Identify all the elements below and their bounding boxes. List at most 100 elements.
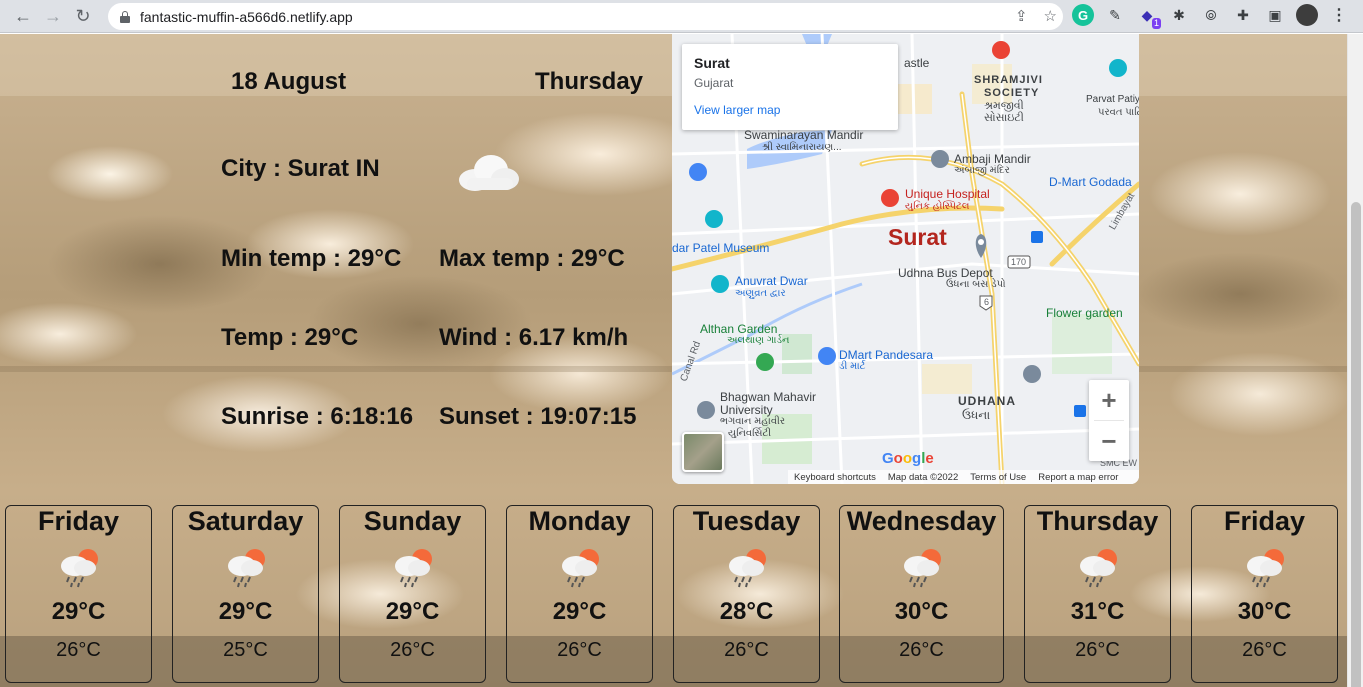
map-label-swaminarayan: Swaminarayan Mandir [744, 128, 864, 142]
sidebar-icon[interactable]: ▣ [1264, 4, 1286, 26]
keyboard-shortcuts-link[interactable]: Keyboard shortcuts [794, 472, 876, 483]
map-label-dmart-pandesara: DMart Pandesara [839, 348, 934, 362]
forecast-max-temp: 29°C [385, 598, 440, 625]
forecast-min-temp: 26°C [557, 639, 602, 661]
sun-rain-cloud-icon [903, 549, 941, 588]
forecast-card: Sunday 29°C 26°C [339, 505, 486, 683]
share-icon[interactable]: ⇪ [1015, 7, 1028, 25]
browser-toolbar: ← → ↻ fantastic-muffin-a566d6.netlify.ap… [0, 0, 1363, 33]
forecast-day: Tuesday [692, 506, 801, 536]
map-label-udhna-depot-gu: ઉધના બસ ડેપો [946, 279, 1006, 290]
city-name: City : Surat IN [221, 155, 380, 182]
sun-rain-cloud-icon [728, 549, 766, 588]
report-map-error-link[interactable]: Report a map error [1038, 472, 1118, 483]
satellite-toggle[interactable] [682, 432, 724, 472]
map-label-udhana: UDHANA [958, 394, 1016, 408]
map-label-bhagwan-2: University [720, 403, 773, 417]
map-label-sardar-museum: dar Patel Museum [672, 241, 770, 255]
zoom-in-button[interactable]: + [1089, 380, 1129, 420]
forecast-min-temp: 26°C [1242, 639, 1287, 661]
map-place-region: Gujarat [694, 76, 734, 90]
google-logo: Google [882, 450, 934, 467]
forecast-min-temp: 26°C [724, 639, 769, 661]
bookmark-star-icon[interactable]: ☆ [1044, 7, 1057, 25]
forecast-card: Friday 30°C 26°C [1191, 505, 1338, 683]
weather-page: 18 August Thursday City : Surat IN Min t… [0, 34, 1347, 687]
map-label-dmart-godadara: D-Mart Godada [1049, 175, 1132, 189]
sun-rain-cloud-icon [394, 549, 432, 588]
forecast-day: Sunday [363, 506, 462, 536]
forecast-max-temp: 30°C [894, 598, 949, 625]
terms-of-use-link[interactable]: Terms of Use [970, 472, 1026, 483]
kebab-menu-icon[interactable]: ⋮ [1328, 4, 1350, 26]
extension-badge-icon[interactable]: ◆ 1 [1136, 4, 1161, 29]
map-label-shramjivi-gu-2: સોસાઇટી [984, 112, 1024, 124]
forecast-day: Friday [37, 506, 120, 536]
forecast-max-temp: 29°C [51, 598, 106, 625]
code-icon[interactable]: ⦾ [1200, 4, 1222, 26]
back-arrow-icon[interactable]: ← [8, 1, 38, 31]
embedded-map[interactable]: astle SHRAMJIVI SOCIETY શ્રમજીવી સોસાઇટી… [672, 34, 1139, 484]
map-label-swaminarayan-gu: શ્રી સ્વામિનારાયણ... [762, 142, 842, 153]
map-place-title: Surat [694, 55, 730, 71]
forecast-card: Thursday 31°C 26°C [1024, 505, 1171, 683]
forecast-min-temp: 26°C [390, 639, 435, 661]
forecast-min-temp: 25°C [223, 639, 268, 661]
sun-rain-cloud-icon [227, 549, 265, 588]
zoom-controls: + − [1089, 380, 1129, 461]
map-label-shramjivi-2: SOCIETY [984, 87, 1040, 99]
sun-rain-cloud-icon [561, 549, 599, 588]
map-label-road-170: 170 [1011, 257, 1027, 267]
current-temp: Temp : 29°C [221, 324, 359, 351]
map-label-castle: astle [904, 56, 930, 70]
forecast-day: Monday [528, 506, 631, 536]
forecast-max-temp: 31°C [1070, 598, 1125, 625]
map-footer: Keyboard shortcuts Map data ©2022 Terms … [788, 470, 1139, 484]
sun-rain-cloud-icon [1246, 549, 1284, 588]
sun-rain-cloud-icon [1079, 549, 1117, 588]
map-label-anuvrat-gu: અણુવ્રત દ્વાર [735, 288, 786, 299]
zoom-out-button[interactable]: − [1089, 421, 1129, 461]
max-temp: Max temp : 29°C [439, 245, 625, 272]
forecast-card: Saturday 29°C 25°C [172, 505, 319, 683]
forecast-day: Thursday [1036, 506, 1159, 536]
page-scrollbar[interactable] [1347, 34, 1363, 687]
map-label-parvat-gu: પરવત પાટિયા [1098, 107, 1139, 118]
extension-badge-count: 1 [1151, 18, 1161, 29]
forecast-max-temp: 29°C [218, 598, 273, 625]
map-data-text: Map data ©2022 [887, 471, 959, 483]
address-bar[interactable]: fantastic-muffin-a566d6.netlify.app ⇪ ☆ [108, 3, 1063, 30]
forward-arrow-icon[interactable]: → [38, 1, 68, 31]
reload-icon[interactable]: ↻ [68, 1, 98, 31]
min-temp: Min temp : 29°C [221, 245, 402, 272]
forecast-max-temp: 29°C [552, 598, 607, 625]
forecast-min-temp: 26°C [899, 639, 944, 661]
url-text[interactable]: fantastic-muffin-a566d6.netlify.app [140, 9, 353, 25]
map-label-flower-garden: Flower garden [1046, 306, 1123, 320]
cloud-icon [459, 155, 519, 191]
current-day: Thursday [535, 68, 644, 95]
map-label-anuvrat: Anuvrat Dwar [735, 274, 808, 288]
map-label-udhana-gu: ઉધના [962, 408, 991, 422]
view-larger-map-link[interactable]: View larger map [694, 103, 886, 117]
extensions-bar: G ✎ ◆ 1 ✱ ⦾ ✚ ▣ ⋮ [1072, 4, 1350, 29]
profile-avatar[interactable] [1296, 4, 1318, 26]
bug-icon[interactable]: ✱ [1168, 4, 1190, 26]
sunset-time: Sunset : 19:07:15 [439, 403, 637, 430]
map-label-bhagwan: Bhagwan Mahavir [720, 390, 817, 404]
eyedropper-icon[interactable]: ✎ [1104, 4, 1126, 26]
map-label-ambaji-gu: અંબાજી મંદિર [954, 165, 1010, 176]
sunrise-time: Sunrise : 6:18:16 [221, 403, 414, 430]
scrollbar-thumb[interactable] [1351, 202, 1361, 687]
sun-rain-cloud-icon [60, 549, 98, 588]
map-label-dmart-pandesara-gu: ડી માર્ટ [839, 361, 866, 372]
wind-speed: Wind : 6.17 km/h [439, 324, 629, 351]
map-label-parvat: Parvat Patiya [1086, 94, 1139, 105]
map-label-unique-hospital: Unique Hospital [905, 187, 990, 201]
lock-icon[interactable] [120, 10, 130, 23]
map-label-ambaji: Ambaji Mandir [954, 152, 1031, 166]
map-label-bhagwan-gu-2: યુનિવર્સિટી [728, 428, 772, 439]
grammarly-icon[interactable]: G [1072, 4, 1094, 26]
map-label-unique-hospital-gu: યુનિક હોસ્પિટલ [905, 201, 970, 212]
puzzle-icon[interactable]: ✚ [1232, 4, 1254, 26]
